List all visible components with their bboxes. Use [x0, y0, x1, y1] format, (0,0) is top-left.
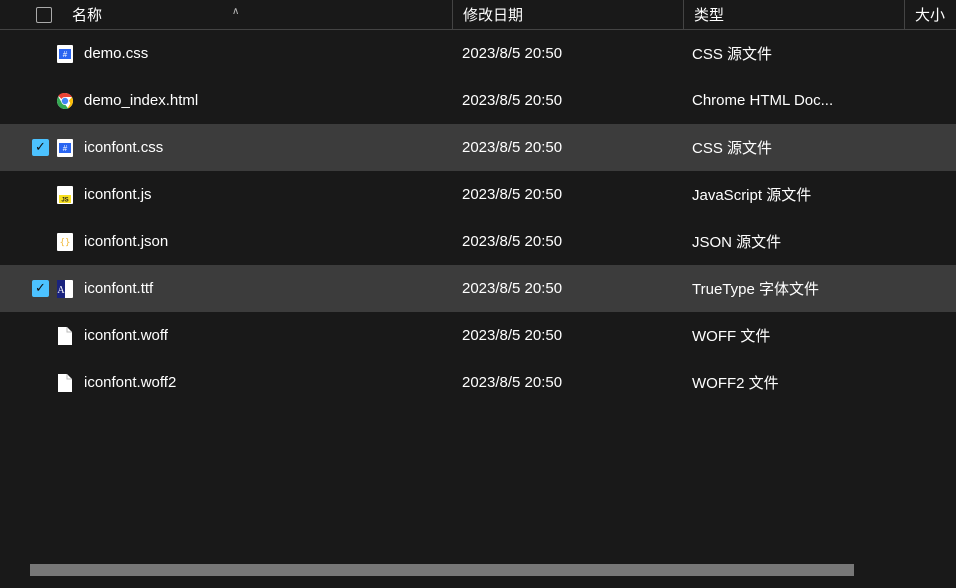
file-row[interactable]: demo_index.html 2023/8/5 20:50Chrome HTML… — [0, 77, 956, 124]
ttf-file-icon: A — [56, 279, 74, 299]
cell-date: 2023/8/5 20:50 — [452, 312, 682, 359]
cell-size — [902, 312, 947, 359]
file-list: #demo.css2023/8/5 20:50CSS 源文件demo_index… — [0, 30, 956, 406]
header-size-label: 大小 — [915, 4, 945, 25]
cell-name: {} iconfont.json — [0, 218, 452, 265]
cell-size — [902, 359, 947, 406]
cell-size — [902, 171, 947, 218]
svg-text:JS: JS — [61, 197, 68, 203]
file-file-icon — [56, 373, 74, 393]
cell-type: CSS 源文件 — [682, 30, 902, 77]
cell-date: 2023/8/5 20:50 — [452, 171, 682, 218]
sort-ascending-icon: ∧ — [232, 6, 239, 17]
file-name: iconfont.woff2 — [84, 374, 176, 391]
cell-name: JS iconfont.js — [0, 171, 452, 218]
cell-type: TrueType 字体文件 — [682, 265, 902, 312]
file-name: iconfont.css — [84, 139, 163, 156]
file-name: iconfont.woff — [84, 327, 168, 344]
file-row[interactable]: iconfont.woff 2023/8/5 20:50WOFF 文件 — [0, 312, 956, 359]
row-checkbox[interactable] — [32, 139, 49, 156]
cell-name: iconfont.woff2 — [0, 359, 452, 406]
column-header: 名称 ∧ 修改日期 类型 大小 — [0, 0, 956, 30]
file-row[interactable]: # iconfont.css 2023/8/5 20:50CSS 源文件 — [0, 124, 956, 171]
cell-date: 2023/8/5 20:50 — [452, 218, 682, 265]
file-name: iconfont.json — [84, 233, 168, 250]
cell-date: 2023/8/5 20:50 — [452, 265, 682, 312]
file-name: iconfont.ttf — [84, 280, 153, 297]
cell-date: 2023/8/5 20:50 — [452, 359, 682, 406]
cell-date: 2023/8/5 20:50 — [452, 30, 682, 77]
css-file-icon: # — [56, 138, 74, 158]
file-row[interactable]: {} iconfont.json 2023/8/5 20:50JSON 源文件 — [0, 218, 956, 265]
cell-type: JSON 源文件 — [682, 218, 902, 265]
header-date-label: 修改日期 — [463, 4, 523, 25]
cell-date: 2023/8/5 20:50 — [452, 124, 682, 171]
cell-date: 2023/8/5 20:50 — [452, 77, 682, 124]
css-file-icon: # — [56, 44, 74, 64]
cell-name: # demo.css — [0, 30, 452, 77]
svg-text:#: # — [63, 144, 68, 153]
cell-type: WOFF2 文件 — [682, 359, 902, 406]
file-file-icon — [56, 326, 74, 346]
svg-text:{}: {} — [60, 238, 71, 248]
scrollbar-thumb[interactable] — [30, 564, 854, 576]
file-row[interactable]: JS iconfont.js 2023/8/5 20:50JavaScript 源文… — [0, 171, 956, 218]
cell-name: # iconfont.css — [0, 124, 452, 171]
row-checkbox[interactable] — [32, 280, 49, 297]
cell-type: WOFF 文件 — [682, 312, 902, 359]
chrome-file-icon — [56, 91, 74, 111]
file-row[interactable]: # demo.css 2023/8/5 20:50CSS 源文件 — [0, 30, 956, 77]
cell-type: JavaScript 源文件 — [682, 171, 902, 218]
cell-type: Chrome HTML Doc... — [682, 77, 902, 124]
file-row[interactable]: iconfont.woff2 2023/8/5 20:50WOFF2 文件 — [0, 359, 956, 406]
cell-name: demo_index.html — [0, 77, 452, 124]
svg-text:A: A — [57, 285, 65, 296]
cell-type: CSS 源文件 — [682, 124, 902, 171]
horizontal-scrollbar[interactable] — [30, 564, 946, 576]
column-header-size[interactable]: 大小 — [905, 0, 955, 29]
svg-text:#: # — [63, 50, 68, 59]
cell-size — [902, 218, 947, 265]
cell-size — [902, 265, 947, 312]
column-header-date[interactable]: 修改日期 — [453, 0, 683, 29]
column-header-name[interactable]: 名称 ∧ — [0, 0, 452, 29]
js-file-icon: JS — [56, 185, 74, 205]
cell-size — [902, 124, 947, 171]
header-name-label: 名称 — [72, 4, 102, 25]
file-name: demo.css — [84, 45, 148, 62]
cell-name: iconfont.woff — [0, 312, 452, 359]
file-name: demo_index.html — [84, 92, 198, 109]
cell-name: Aiconfont.ttf — [0, 265, 452, 312]
cell-size — [902, 30, 947, 77]
header-type-label: 类型 — [694, 4, 724, 25]
file-name: iconfont.js — [84, 186, 152, 203]
file-row[interactable]: Aiconfont.ttf2023/8/5 20:50TrueType 字体文件 — [0, 265, 956, 312]
cell-size — [902, 77, 947, 124]
column-header-type[interactable]: 类型 — [684, 0, 904, 29]
json-file-icon: {} — [56, 232, 74, 252]
